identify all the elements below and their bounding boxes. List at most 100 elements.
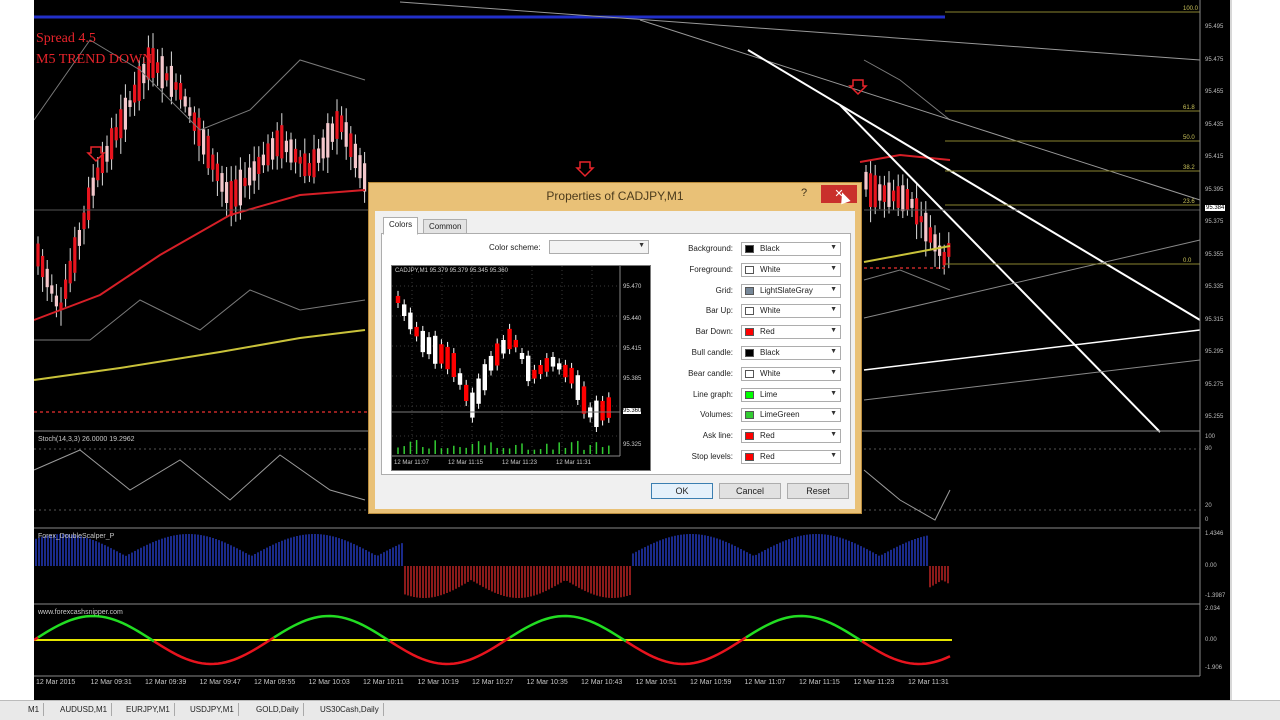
chart-tab[interactable]: EURJPY,M1 [122,703,175,716]
preview-price-label: 95.440 [623,316,642,322]
color-swatch-icon [745,307,754,316]
time-axis-label: 12 Mar 10:35 [526,679,568,686]
candle-body [169,65,173,97]
candle-body [105,145,109,162]
candle-body [252,161,256,181]
time-axis-label: 12 Mar 10:43 [581,679,623,686]
indicator-axis-label: -1.3987 [1205,593,1226,599]
chart-tab[interactable]: AUDUSD,M1 [56,703,113,716]
color-setting-value: Red [760,431,775,441]
preview-candle [495,343,500,366]
candle-body [119,109,123,139]
preview-candle [457,373,463,385]
color-setting-label: Line graph: [692,389,733,399]
color-swatch-icon [745,349,754,357]
spread-label: Spread 4.5 [36,31,96,46]
color-scheme-label: Color scheme: [489,243,541,252]
preview-candle [550,356,556,367]
time-axis-label: 12 Mar 09:55 [254,679,296,686]
preview-candle [513,339,518,348]
time-axis-label: 12 Mar 11:15 [799,679,840,686]
help-button[interactable]: ? [801,187,807,199]
color-setting-select[interactable]: White ▼ [741,304,841,319]
color-setting-select[interactable]: Black ▼ [741,346,841,360]
fib-level-label: 100.0 [1183,6,1199,12]
candle-body [133,84,137,103]
time-axis-label: 12 Mar 10:11 [363,679,404,686]
color-setting-select[interactable]: Red ▼ [741,429,841,444]
candle-body [294,148,298,163]
color-setting-select[interactable]: LimeGreen ▼ [741,408,841,423]
chevron-down-icon: ▼ [830,368,837,376]
candle-body [303,153,307,177]
chart-tab[interactable]: GOLD,Daily [252,703,304,716]
osc-line-green [273,614,391,643]
color-scheme-select[interactable]: ▼ [549,240,649,254]
chart-tab[interactable]: USDJPY,M1 [186,703,239,716]
price-axis-label: 95.295 [1205,349,1224,355]
candle-body [363,163,367,192]
indicator-axis-label: 0.00 [1205,563,1217,569]
chart-preview: CADJPY,M1 95.379 95.379 95.345 95.360 95… [391,265,651,471]
color-setting-label: Bar Down: [695,327,733,337]
price-axis-label: 95.275 [1205,381,1224,388]
price-axis-label: 95.395 [1205,186,1224,193]
indicator-axis-label: 20 [1205,503,1212,509]
cancel-button[interactable]: Cancel [719,483,781,499]
indicator-axis-label: 80 [1205,446,1212,452]
preview-price-label: 95.325 [623,442,642,448]
color-setting-select[interactable]: White ▼ [741,262,841,277]
tab-colors[interactable]: Colors [383,217,419,235]
candle-body [64,279,68,299]
color-setting-select[interactable]: Black ▼ [741,242,841,256]
candle-body [211,154,215,170]
time-axis-label: 12 Mar 11:07 [744,679,786,686]
candle-body [220,173,224,192]
candle-body [353,143,357,169]
indicator-axis-label: 1.4346 [1205,531,1224,537]
candle-body [901,185,905,212]
chart-tab[interactable]: M1 [24,703,45,716]
color-setting-select[interactable]: Red ▼ [741,325,841,340]
color-setting-value: White [760,306,781,316]
color-setting-select[interactable]: LightSlateGray ▼ [741,283,841,298]
price-axis-label: 95.315 [1205,316,1224,323]
candle-body [96,167,100,181]
candle-body [915,198,919,225]
candle-body [887,182,891,207]
indicator-axis-label: 0.00 [1205,637,1217,643]
color-setting-select[interactable]: Lime ▼ [741,387,841,402]
price-axis-label: 95.495 [1205,24,1224,30]
candle-body [864,171,868,190]
candle-body [50,285,54,294]
price-axis-label: 95.355 [1205,251,1224,258]
reset-button[interactable]: Reset [787,483,849,499]
osc-line-green [745,614,863,643]
chart-tab[interactable]: US30Cash,Daily [316,703,384,716]
preview-time-label: 12 Mar 11:15 [448,460,483,466]
preview-candle [414,326,419,337]
candle-body [123,97,127,130]
candle-body [942,251,946,266]
candle-body [882,185,886,202]
preview-title: CADJPY,M1 95.379 95.379 95.345 95.360 [395,268,508,274]
candle-body [340,115,344,133]
candle-body [261,154,265,166]
preview-candle [395,295,401,303]
candle-body [91,177,95,196]
candle-body [137,66,141,101]
candle-body [202,129,206,155]
chart-tabs-bar: M1 AUDUSD,M1 EURJPY,M1 USDJPY,M1 GOLD,Daily U… [0,700,1280,720]
osc-line-green [37,614,155,643]
preview-candle [420,330,425,353]
ok-button[interactable]: OK [651,483,713,499]
candle-body [183,96,187,107]
color-setting-select[interactable]: White ▼ [741,366,841,381]
fib-level-label: 0.0 [1183,258,1192,264]
candle-body [330,123,334,142]
candle-body [905,189,909,210]
candle-body [128,100,132,107]
color-setting-select[interactable]: Red ▼ [741,450,841,464]
chevron-down-icon: ▼ [830,306,837,314]
candle-body [36,243,40,267]
